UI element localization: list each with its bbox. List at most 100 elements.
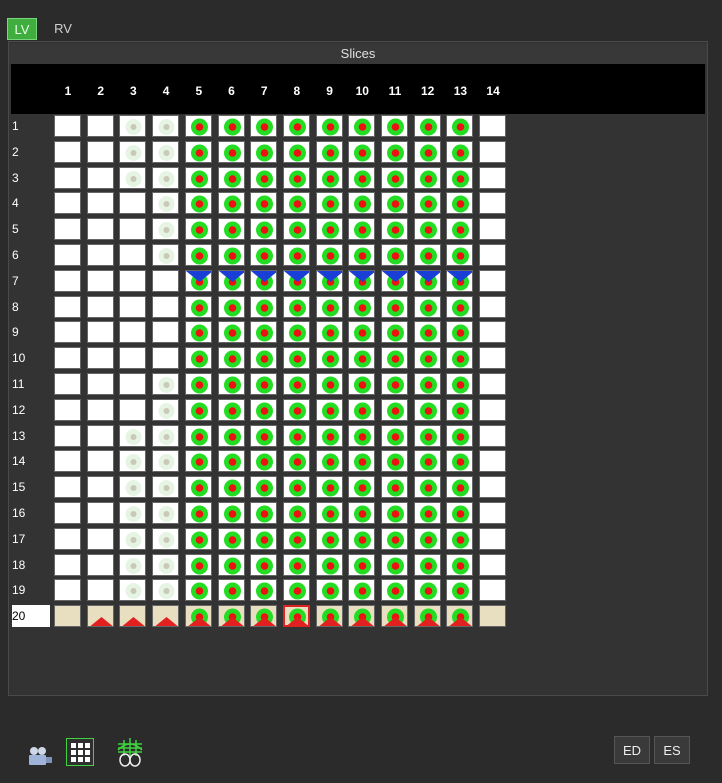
grid-cell[interactable] — [184, 166, 212, 189]
grid-cell[interactable] — [348, 347, 376, 370]
grid-cell[interactable] — [381, 321, 408, 344]
grid-cell[interactable] — [217, 140, 245, 163]
grid-cell[interactable] — [282, 527, 310, 550]
grid-cell[interactable] — [381, 398, 408, 421]
grid-cell[interactable] — [381, 527, 408, 550]
grid-cell[interactable] — [446, 140, 474, 163]
grid-cell[interactable] — [348, 398, 376, 421]
grid-cell[interactable] — [250, 166, 278, 189]
grid-cell[interactable] — [348, 476, 376, 499]
row-header-1[interactable]: 1 — [12, 115, 52, 137]
grid-cell[interactable] — [446, 192, 474, 215]
grid-cell[interactable] — [250, 502, 278, 524]
grid-cell[interactable] — [413, 166, 441, 189]
grid-cell[interactable] — [217, 115, 245, 137]
grid-cell[interactable] — [381, 192, 408, 215]
column-header-6[interactable]: 6 — [218, 84, 246, 98]
grid-cell[interactable] — [348, 244, 376, 266]
column-header-9[interactable]: 9 — [316, 84, 344, 98]
grid-cell[interactable] — [152, 450, 180, 473]
grid-cell[interactable] — [348, 192, 376, 215]
grid-cell[interactable] — [54, 424, 81, 447]
grid-cell[interactable] — [54, 347, 81, 370]
grid-cell[interactable] — [282, 244, 310, 266]
row-header-3[interactable]: 3 — [12, 167, 52, 189]
grid-cell[interactable] — [381, 347, 408, 370]
row-header-19[interactable]: 19 — [12, 579, 52, 601]
grid-cell[interactable] — [282, 140, 310, 163]
grid-cell[interactable] — [54, 450, 81, 473]
grid-cell[interactable] — [348, 295, 376, 318]
grid-cell[interactable] — [54, 321, 81, 344]
grid-cell[interactable] — [54, 579, 81, 602]
grid-cell[interactable] — [217, 527, 245, 550]
grid-cell[interactable] — [282, 218, 310, 241]
column-header-2[interactable]: 2 — [87, 84, 115, 98]
row-header-10[interactable]: 10 — [12, 347, 52, 369]
grid-cell[interactable] — [217, 476, 245, 499]
grid-cell[interactable] — [217, 166, 245, 189]
grid-cell[interactable] — [119, 115, 147, 137]
grid-cell[interactable] — [381, 553, 408, 576]
grid-cell[interactable] — [119, 166, 147, 189]
grid-cell[interactable] — [54, 553, 81, 576]
grid-cell[interactable] — [119, 527, 147, 550]
grid-cell[interactable] — [217, 218, 245, 241]
grid-cell[interactable] — [184, 347, 212, 370]
grid-cell[interactable] — [152, 605, 180, 628]
grid-cell[interactable] — [479, 450, 507, 473]
grid-cell[interactable] — [86, 295, 114, 318]
grid-cell[interactable] — [348, 321, 376, 344]
grid-cell[interactable] — [381, 218, 408, 241]
grid-cell[interactable] — [315, 140, 343, 163]
grid-cell[interactable] — [446, 502, 474, 524]
grid-cell[interactable] — [413, 295, 441, 318]
grid-cell[interactable] — [479, 502, 507, 524]
grid-cell[interactable] — [86, 373, 114, 395]
grid-cell[interactable] — [446, 553, 474, 576]
grid-cell[interactable] — [217, 502, 245, 524]
grid-cell[interactable] — [86, 527, 114, 550]
grid-cell[interactable] — [119, 476, 147, 499]
grid-cell[interactable] — [479, 321, 507, 344]
grid-cell[interactable] — [119, 605, 147, 628]
grid-cell[interactable] — [152, 295, 180, 318]
grid-cell[interactable] — [413, 502, 441, 524]
grid-cell[interactable] — [479, 192, 507, 215]
grid-cell[interactable] — [446, 166, 474, 189]
row-header-9[interactable]: 9 — [12, 321, 52, 343]
grid-cell[interactable] — [315, 218, 343, 241]
grid-cell[interactable] — [479, 527, 507, 550]
grid-cell[interactable] — [348, 450, 376, 473]
grid-cell[interactable] — [381, 166, 408, 189]
grid-cell[interactable] — [86, 269, 114, 292]
grid-cell[interactable] — [86, 424, 114, 447]
grid-cell[interactable] — [348, 527, 376, 550]
grid-cell[interactable] — [250, 398, 278, 421]
ed-button[interactable]: ED — [614, 736, 650, 764]
grid-cell[interactable] — [217, 373, 245, 395]
grid-cell[interactable] — [217, 192, 245, 215]
grid-cell[interactable] — [315, 244, 343, 266]
column-header-14[interactable]: 14 — [479, 84, 507, 98]
row-header-14[interactable]: 14 — [12, 450, 52, 472]
grid-cell[interactable] — [86, 140, 114, 163]
grid-cell[interactable] — [479, 218, 507, 241]
grid-cell[interactable] — [119, 424, 147, 447]
row-header-13[interactable]: 13 — [12, 425, 52, 447]
grid-cell[interactable] — [86, 166, 114, 189]
grid-cell[interactable] — [54, 605, 81, 628]
grid-cell[interactable] — [184, 424, 212, 447]
tab-lv[interactable]: LV — [7, 18, 37, 40]
grid-cell[interactable] — [184, 476, 212, 499]
grid-cell[interactable] — [446, 295, 474, 318]
grid-cell[interactable] — [86, 398, 114, 421]
es-button[interactable]: ES — [654, 736, 690, 764]
grid-cell[interactable] — [446, 398, 474, 421]
grid-cell[interactable] — [282, 502, 310, 524]
grid-cell[interactable] — [250, 476, 278, 499]
grid-cell[interactable] — [152, 140, 180, 163]
grid-cell[interactable] — [184, 269, 212, 292]
grid-cell[interactable] — [152, 424, 180, 447]
grid-cell[interactable] — [479, 244, 507, 266]
